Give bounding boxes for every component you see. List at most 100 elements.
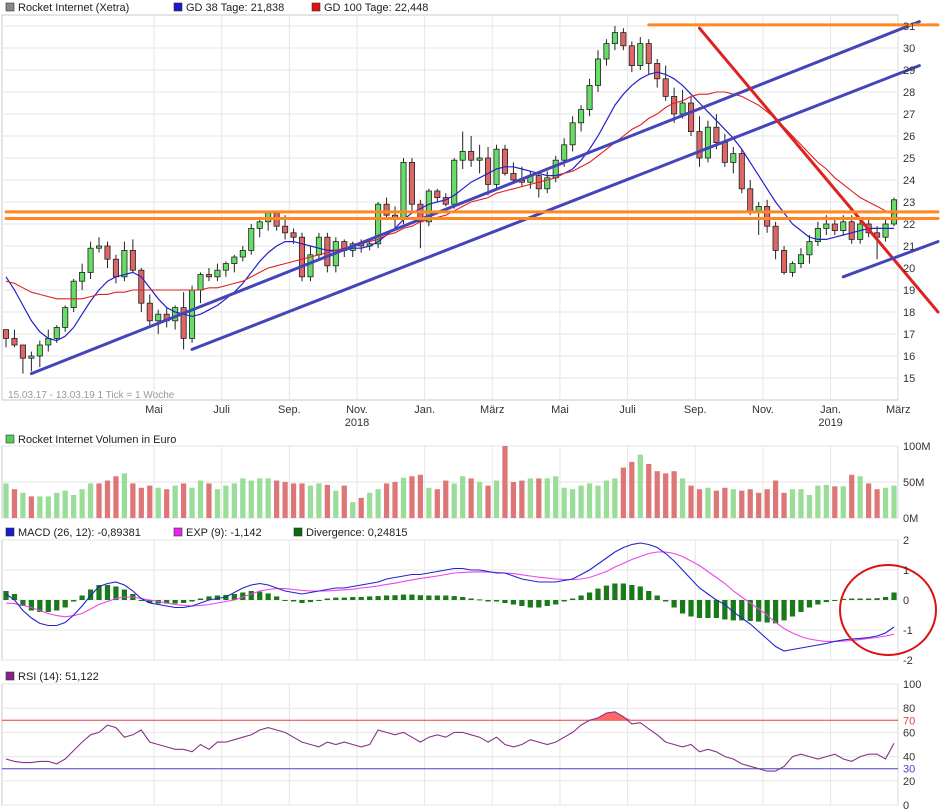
volume-bar bbox=[71, 494, 77, 518]
divergence-bar bbox=[595, 588, 601, 600]
candle-body bbox=[121, 249, 128, 278]
candle-body bbox=[476, 157, 483, 161]
candle-body bbox=[104, 245, 111, 260]
volume-bar bbox=[206, 483, 212, 518]
divergence-bar bbox=[79, 595, 85, 600]
volume-bar bbox=[840, 486, 846, 518]
volume-bar bbox=[248, 480, 254, 518]
candle-body bbox=[797, 254, 804, 265]
candle-body bbox=[222, 263, 229, 271]
range-note: 15.03.17 - 13.03.19 1 Tick = 1 Woche bbox=[8, 390, 175, 401]
divergence-bar bbox=[350, 597, 356, 600]
candle-body bbox=[434, 190, 441, 198]
volume-bar bbox=[316, 483, 322, 518]
divergence-bar bbox=[290, 600, 297, 602]
volume-bar bbox=[789, 489, 796, 518]
volume-bar bbox=[400, 477, 407, 518]
candle-body bbox=[459, 150, 466, 161]
macd-tick-label: 0 bbox=[903, 595, 909, 607]
volume-bar bbox=[333, 490, 339, 518]
candle-body bbox=[764, 205, 771, 227]
legend-label: RSI (14): 51,122 bbox=[18, 671, 99, 683]
legend-label: Divergence: 0,24815 bbox=[306, 527, 408, 539]
chart-canvas: 1516171819202122232425262728293031Mai Jul… bbox=[1, 2, 940, 812]
divergence-bar bbox=[451, 596, 457, 600]
volume-bar bbox=[460, 476, 466, 518]
divergence-bar bbox=[544, 600, 550, 606]
divergence-bar bbox=[553, 600, 559, 605]
legend-label: Rocket Internet Volumen in Euro bbox=[18, 434, 176, 446]
divergence-bar bbox=[265, 593, 271, 600]
candle-body bbox=[112, 258, 119, 278]
candle-body bbox=[36, 344, 43, 357]
volume-bar bbox=[113, 476, 119, 518]
volume-bar bbox=[832, 486, 838, 518]
divergence-bar bbox=[358, 597, 364, 600]
divergence-bar bbox=[409, 594, 415, 600]
x-tick-label: Jan. bbox=[414, 404, 435, 416]
volume-bar bbox=[646, 464, 652, 518]
volume-bar bbox=[87, 483, 94, 518]
volume-bar bbox=[874, 489, 880, 518]
candle-body bbox=[138, 269, 145, 304]
rsi-tick-label: 100 bbox=[903, 679, 921, 691]
volume-bar bbox=[485, 485, 491, 518]
candle-body bbox=[696, 131, 703, 159]
candle-body bbox=[671, 96, 678, 115]
volume-bar bbox=[705, 487, 711, 518]
candle-body bbox=[155, 313, 162, 322]
divergence-bar bbox=[705, 600, 711, 618]
divergence-bar bbox=[646, 591, 652, 600]
divergence-bar bbox=[510, 600, 517, 605]
volume-bar bbox=[553, 476, 559, 518]
candle-body bbox=[561, 144, 568, 161]
candle-body bbox=[96, 245, 103, 249]
macd-tick-label: -1 bbox=[903, 625, 913, 637]
divergence-bar bbox=[696, 600, 703, 618]
divergence-bar bbox=[612, 583, 618, 600]
divergence-bar bbox=[426, 595, 432, 600]
volume-bar bbox=[756, 492, 762, 518]
legend-label: MACD (26, 12): -0,89381 bbox=[18, 527, 141, 539]
divergence-bar bbox=[485, 600, 491, 602]
divergence-bar bbox=[138, 600, 144, 601]
divergence-bar bbox=[536, 600, 542, 608]
volume-bar bbox=[290, 483, 297, 518]
volume-bar bbox=[341, 485, 347, 518]
divergence-bar bbox=[857, 598, 863, 600]
divergence-bar bbox=[713, 600, 720, 618]
candle-body bbox=[256, 221, 263, 229]
candle-body bbox=[28, 355, 35, 359]
divergence-bar bbox=[781, 600, 787, 621]
divergence-bar bbox=[789, 600, 796, 617]
candle-body bbox=[197, 274, 204, 291]
volume-bar bbox=[96, 483, 102, 518]
divergence-bar bbox=[248, 591, 254, 600]
divergence-bar bbox=[603, 585, 610, 600]
candle-body bbox=[189, 289, 196, 339]
volume-bar bbox=[299, 483, 305, 518]
volume-bar bbox=[180, 483, 187, 518]
volume-bar bbox=[121, 473, 128, 518]
candle-body bbox=[654, 63, 661, 80]
volume-bar bbox=[603, 480, 610, 518]
divergence-bar bbox=[849, 598, 855, 600]
volume-bar bbox=[274, 480, 280, 518]
divergence-bar bbox=[257, 591, 263, 600]
divergence-bar bbox=[570, 598, 576, 600]
divergence-bar bbox=[823, 600, 829, 603]
divergence-bar bbox=[71, 600, 77, 602]
volume-bar bbox=[544, 478, 550, 518]
volume-bar bbox=[806, 494, 813, 518]
volume-bar bbox=[443, 480, 449, 518]
candle-body bbox=[214, 269, 221, 278]
volume-bar bbox=[688, 485, 694, 518]
divergence-bar bbox=[104, 585, 111, 600]
candle-body bbox=[730, 153, 737, 163]
volume-bar bbox=[409, 476, 415, 518]
divergence-bar bbox=[367, 596, 373, 600]
divergence-bar bbox=[891, 592, 897, 600]
divergence-bar bbox=[282, 600, 288, 601]
price-tick-label: 18 bbox=[903, 307, 915, 319]
divergence-bar bbox=[54, 600, 60, 611]
